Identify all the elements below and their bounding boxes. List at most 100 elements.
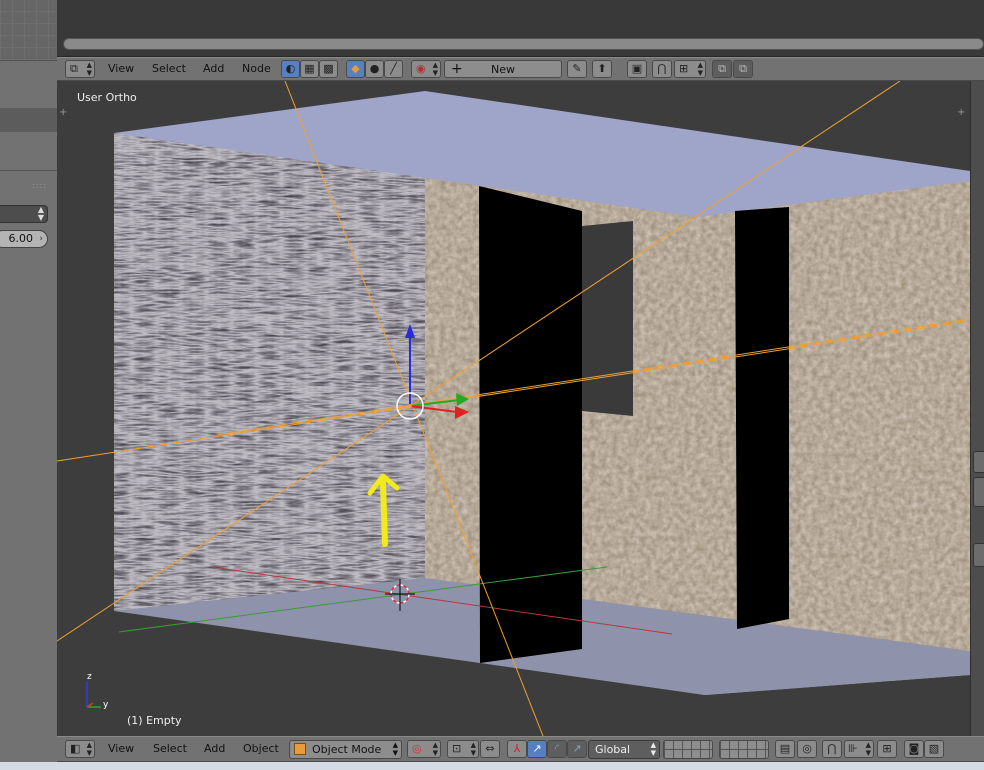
translate-manipulator-button[interactable]: ↗ bbox=[527, 740, 547, 758]
paste-nodes-button[interactable]: ⧉ bbox=[733, 60, 753, 78]
view-axis-gizmo bbox=[86, 681, 101, 708]
world-shader-button[interactable]: ● bbox=[365, 60, 384, 78]
menu-node[interactable]: Node bbox=[242, 62, 271, 75]
shader-icon: ◐ bbox=[285, 62, 296, 75]
area-split-corner[interactable]: + bbox=[59, 107, 67, 118]
new-label: New bbox=[491, 63, 515, 76]
copy-icon: ⧉ bbox=[718, 62, 726, 75]
properties-section-header[interactable] bbox=[0, 108, 57, 132]
lock-layers-button[interactable]: ▤ bbox=[775, 740, 795, 758]
menu-view[interactable]: View bbox=[108, 742, 134, 755]
rotate-manipulator-button[interactable]: ◜ bbox=[547, 740, 567, 758]
snap-target-button[interactable]: ⊞ bbox=[877, 740, 897, 758]
compositing-nodes-button[interactable]: ▦ bbox=[300, 60, 319, 78]
menu-add[interactable]: Add bbox=[204, 742, 225, 755]
interaction-mode-dropdown[interactable]: Object Mode ▲ ▼ bbox=[289, 740, 402, 759]
camera-icon: ◙ bbox=[908, 742, 920, 755]
properties-dropdown[interactable]: ▲ ▼ bbox=[0, 205, 48, 223]
scale-manipulator-button[interactable]: ↗ bbox=[567, 740, 587, 758]
menu-object[interactable]: Object bbox=[243, 742, 279, 755]
node-editor-header: ⧉ ▲ ▼ View Select Add Node ◐ ▦ ▩ ◆ ● ╱ ◉ … bbox=[57, 57, 984, 81]
mode-label: Object Mode bbox=[312, 743, 382, 756]
translate-arrow-icon: ↗ bbox=[532, 742, 542, 755]
cube-icon: ◆ bbox=[351, 62, 360, 75]
shelf-tab[interactable] bbox=[973, 543, 984, 567]
area-split-corner[interactable]: + bbox=[957, 107, 965, 118]
value-field-text: 6.00 bbox=[8, 232, 34, 245]
menu-select[interactable]: Select bbox=[152, 62, 186, 75]
properties-panel: :::: ▲ ▼ 6.00 › bbox=[0, 0, 57, 770]
parent-node-tree-button[interactable]: ⬆ bbox=[592, 60, 612, 78]
layers-icon: ▤ bbox=[779, 742, 791, 755]
proportional-edit-button[interactable]: ◎ bbox=[797, 740, 817, 758]
backdrop-button[interactable]: ▣ bbox=[627, 60, 647, 78]
rotate-arc-icon: ◜ bbox=[554, 742, 560, 755]
panel-divider bbox=[0, 170, 57, 171]
magnet-icon: ⋂ bbox=[657, 62, 667, 75]
texture-icon: ▩ bbox=[323, 62, 334, 75]
compositing-icon: ▦ bbox=[304, 62, 315, 75]
proportional-icon: ◎ bbox=[802, 742, 812, 755]
object-shader-button[interactable]: ◆ bbox=[346, 60, 365, 78]
render-opengl-button[interactable]: ◙ bbox=[904, 740, 924, 758]
value-field[interactable]: 6.00 › bbox=[0, 230, 48, 248]
z-axis-label: z bbox=[87, 672, 92, 682]
pin-button[interactable]: ✎ bbox=[567, 60, 587, 78]
clapper-icon: ▧ bbox=[928, 742, 940, 755]
magnet-icon: ⋂ bbox=[827, 742, 837, 755]
menu-view[interactable]: View bbox=[108, 62, 134, 75]
world-icon: ● bbox=[369, 62, 380, 75]
transform-orientation-dropdown[interactable]: Global ▲ ▼ bbox=[588, 740, 660, 759]
snap-target-icon: ⊞ bbox=[882, 742, 892, 755]
3d-view-header: ◧ ▲ ▼ View Select Add Object Object Mode … bbox=[57, 736, 984, 762]
scene-layers-group-2[interactable] bbox=[719, 740, 769, 759]
manipulator-icon: ⅄ bbox=[513, 742, 521, 755]
y-axis-label: y bbox=[103, 700, 109, 710]
active-object-label: (1) Empty bbox=[127, 714, 182, 727]
view-name-label: User Ortho bbox=[77, 91, 137, 104]
editor-type-button[interactable]: ⧉ ▲ ▼ bbox=[65, 60, 95, 78]
properties-panel-top bbox=[0, 0, 57, 60]
pivot-point-dropdown[interactable]: ⊡ ▲ ▼ bbox=[447, 740, 479, 758]
shelf-tab[interactable] bbox=[973, 451, 984, 473]
menu-add[interactable]: Add bbox=[203, 62, 224, 75]
scale-arrow-icon: ↗ bbox=[572, 742, 582, 755]
shelf-tab[interactable] bbox=[973, 477, 984, 507]
object-mode-icon bbox=[294, 743, 306, 755]
pin-icon: ✎ bbox=[572, 62, 582, 75]
3d-viewport[interactable]: z y + + User Ortho (1) Empty bbox=[57, 81, 970, 736]
paste-icon: ⧉ bbox=[739, 62, 747, 75]
snap-toggle-button[interactable]: ⋂ bbox=[822, 740, 842, 758]
material-browse-button[interactable]: ◉ ▲ ▼ bbox=[411, 60, 441, 78]
backdrop-icon: ▣ bbox=[631, 62, 643, 75]
horizontal-scrollbar[interactable] bbox=[63, 38, 984, 50]
scene-canvas[interactable]: z y + + bbox=[57, 81, 970, 736]
orientation-label: Global bbox=[595, 743, 631, 756]
center-points-icon: ⇔ bbox=[485, 742, 495, 755]
render-animation-button[interactable]: ▧ bbox=[924, 740, 944, 758]
scene-layers-group-1[interactable] bbox=[663, 740, 713, 759]
window-opening bbox=[582, 221, 633, 416]
linestyle-shader-button[interactable]: ╱ bbox=[384, 60, 403, 78]
snap-mode-dropdown[interactable]: ⊞ ▲ ▼ bbox=[674, 60, 706, 78]
manipulate-center-points-button[interactable]: ⇔ bbox=[480, 740, 500, 758]
viewport-shading-dropdown[interactable]: ◎ ▲ ▼ bbox=[407, 740, 441, 758]
texture-nodes-button[interactable]: ▩ bbox=[319, 60, 338, 78]
tool-shelf-edge[interactable] bbox=[970, 81, 984, 736]
pillar-right[interactable] bbox=[735, 207, 789, 629]
window-bottom-edge bbox=[0, 762, 984, 770]
snap-element-dropdown[interactable]: ⊪ ▲ ▼ bbox=[844, 740, 874, 758]
drag-handle-icon[interactable]: :::: bbox=[32, 181, 47, 190]
shader-nodes-button[interactable]: ◐ bbox=[281, 60, 300, 78]
copy-nodes-button[interactable]: ⧉ bbox=[712, 60, 732, 78]
panel-divider bbox=[0, 60, 57, 61]
timeline-area bbox=[57, 0, 984, 57]
pillar-left[interactable] bbox=[479, 186, 582, 663]
new-material-button[interactable]: + New bbox=[444, 60, 562, 78]
editor-type-button[interactable]: ◧ ▲ ▼ bbox=[65, 740, 95, 758]
brush-icon: ╱ bbox=[390, 62, 397, 75]
menu-select[interactable]: Select bbox=[153, 742, 187, 755]
snap-toggle-button[interactable]: ⋂ bbox=[652, 60, 672, 78]
manipulator-toggle-button[interactable]: ⅄ bbox=[507, 740, 527, 758]
up-arrow-icon: ⬆ bbox=[597, 62, 607, 75]
